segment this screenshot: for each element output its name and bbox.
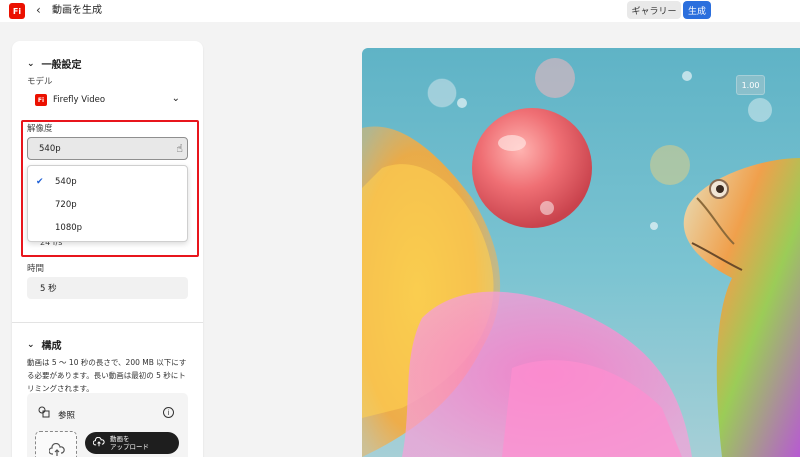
reference-shapes-icon [37,406,51,421]
firefly-logo-icon[interactable]: Fi [9,3,25,19]
duration-label: 時間 [27,264,45,274]
model-value: Firefly Video [53,95,106,105]
gallery-button[interactable]: ギャラリー [627,1,681,19]
duration-field[interactable]: 5 秒 [27,277,188,299]
section-divider [12,322,203,323]
model-select[interactable]: Fi Firefly Video ⌄ [27,89,188,111]
general-settings-title: 一般設定 [41,60,82,71]
back-arrow-icon[interactable]: ‹ [36,2,41,18]
chevron-down-icon: ⌄ [27,339,35,350]
cloud-upload-icon [48,442,65,457]
composition-header[interactable]: ⌄ 構成 [27,337,62,353]
chevron-down-icon: ⌄ [171,93,180,104]
general-settings-header[interactable]: ⌄ 一般設定 [27,56,82,72]
preview-image [362,48,800,457]
firefly-logo-icon: Fi [35,94,47,106]
page-title: 動画を生成 [52,5,102,16]
upload-label-line2: アップロード [110,443,149,451]
duration-value: 5 秒 [40,284,57,294]
info-icon[interactable]: i [163,407,174,418]
upload-drop-zone[interactable] [35,431,77,457]
upload-video-button[interactable]: 動画を アップロード [85,432,179,454]
generate-button[interactable]: 生成 [683,1,711,19]
model-label: モデル [27,77,53,87]
upload-label-line1: 動画を [110,435,130,443]
composition-description: 動画は 5 〜 10 秒の長さで、200 MB 以下にする必要があります。長い動… [27,358,187,393]
zoom-badge: 1.00 [736,75,765,95]
video-preview[interactable] [362,48,800,457]
chevron-down-icon: ⌄ [27,58,35,69]
composition-title: 構成 [41,341,62,352]
cloud-upload-icon [92,436,105,450]
highlight-frame [21,120,199,257]
reference-label: 参照 [58,411,76,421]
top-bar: Fi ‹ 動画を生成 ギャラリー 生成 [0,0,800,22]
